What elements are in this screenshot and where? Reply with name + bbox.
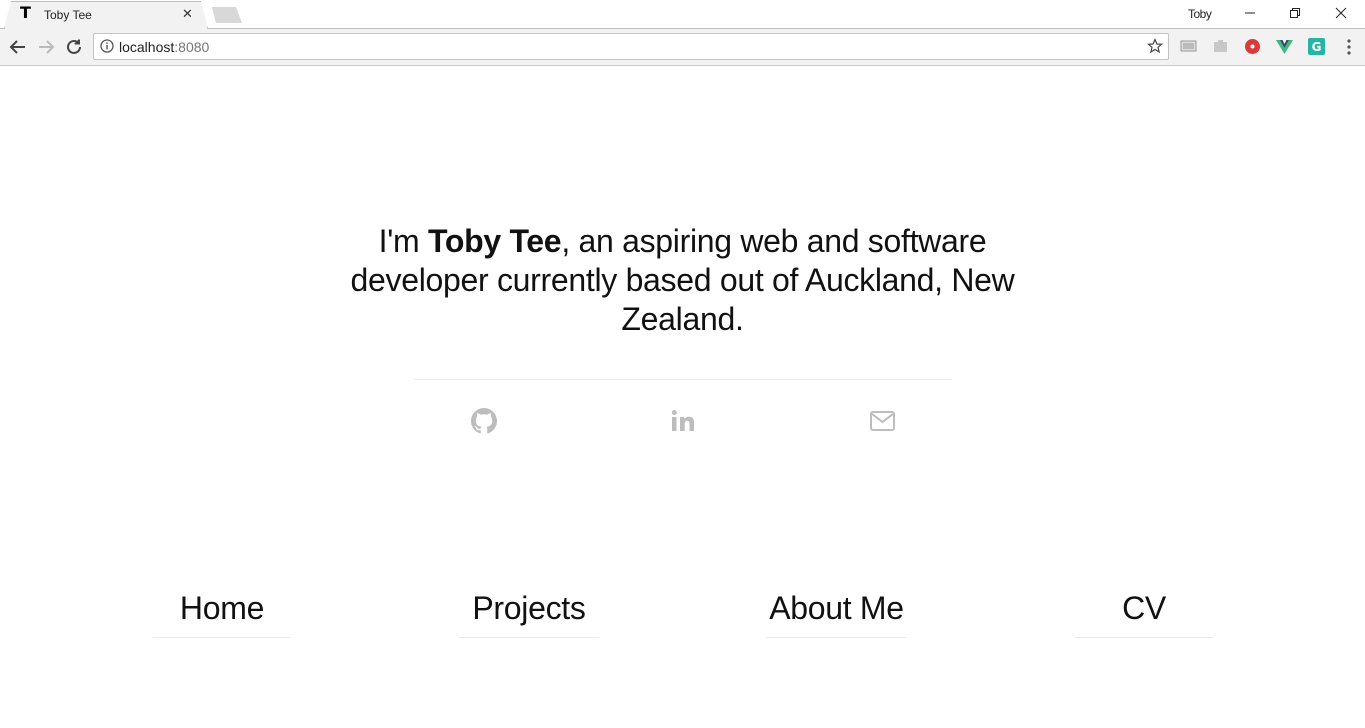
forward-button[interactable] [35, 36, 57, 58]
browser-tab[interactable] [4, 1, 208, 29]
close-window-button[interactable] [1326, 4, 1356, 24]
bookmark-star-icon[interactable] [1147, 38, 1163, 54]
url-text[interactable]: localhost:8080 [119, 39, 209, 55]
intro-name: Toby Tee [427, 223, 562, 259]
extension-puzzle-icon[interactable] [1212, 38, 1229, 55]
reload-button[interactable] [63, 36, 85, 58]
intro-text: I'm Toby Tee, an aspiring web and softwa… [350, 222, 1015, 339]
github-icon [471, 408, 497, 434]
linkedin-link[interactable] [670, 408, 696, 434]
address-bar[interactable]: localhost:8080 [93, 33, 1169, 60]
github-link[interactable] [471, 408, 497, 434]
nav-cv[interactable]: CV [1075, 590, 1213, 638]
tab-close-icon[interactable]: ✕ [182, 6, 193, 22]
info-icon[interactable] [100, 39, 114, 53]
nav-home[interactable]: Home [153, 590, 291, 638]
envelope-icon [870, 411, 895, 431]
reload-icon [67, 39, 81, 54]
nav-projects[interactable]: Projects [459, 590, 599, 638]
svg-text:G: G [1312, 40, 1322, 54]
divider [414, 379, 952, 380]
arrow-left-icon [9, 40, 25, 54]
extension-record-icon[interactable] [1244, 38, 1261, 55]
extension-screen-icon[interactable] [1180, 38, 1197, 55]
tab-strip: T Toby Tee ✕ Toby [0, 0, 1365, 29]
new-tab-button[interactable] [212, 7, 242, 23]
nav-about-me[interactable]: About Me [766, 590, 907, 638]
email-link[interactable] [869, 408, 895, 434]
intro-prefix: I'm [378, 223, 428, 259]
browser-toolbar: localhost:8080 G [0, 29, 1365, 66]
tab-title: Toby Tee [44, 8, 92, 22]
extension-grammarly-icon[interactable]: G [1308, 38, 1325, 55]
more-menu-icon[interactable] [1343, 37, 1355, 62]
favicon-icon: T [20, 3, 31, 22]
extension-vue-icon[interactable] [1276, 38, 1293, 55]
minimize-button[interactable] [1235, 4, 1265, 24]
linkedin-icon [671, 410, 694, 431]
arrow-right-icon [39, 40, 55, 54]
restore-button[interactable] [1280, 4, 1310, 24]
back-button[interactable] [7, 36, 29, 58]
profile-name[interactable]: Toby [1188, 7, 1212, 21]
